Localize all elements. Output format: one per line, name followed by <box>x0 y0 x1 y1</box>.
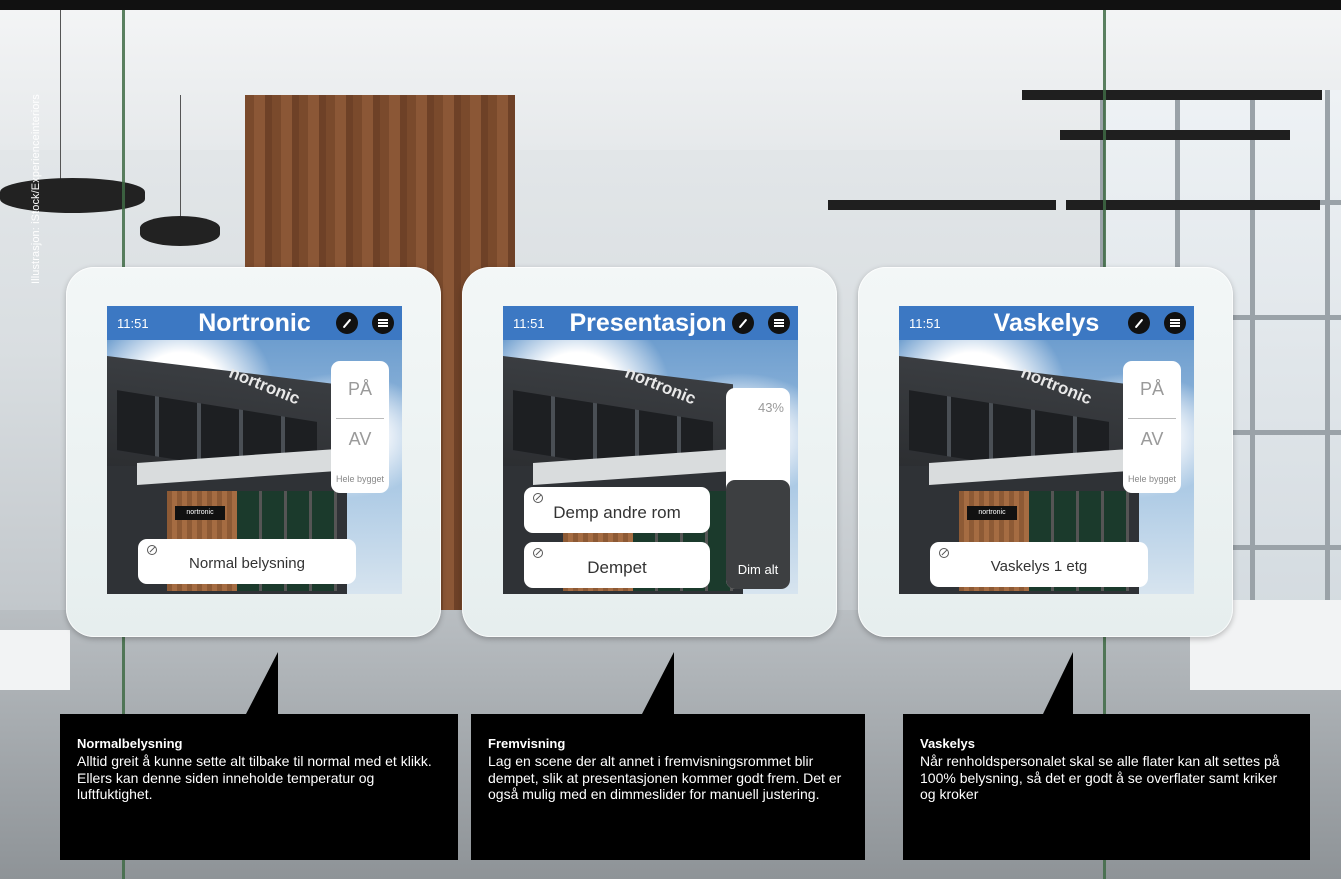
scene-icon <box>939 548 949 558</box>
desk <box>0 630 70 690</box>
divider <box>1128 418 1176 419</box>
menu-icon[interactable] <box>1164 312 1186 334</box>
page-title: Presentasjon <box>569 309 727 337</box>
lamp-wire <box>60 10 61 185</box>
scene-button-dimmed[interactable]: Dempet <box>524 542 710 588</box>
callout-pointer <box>1043 652 1073 714</box>
building-sign: nortronic <box>967 506 1017 520</box>
callout-fremvisning: Fremvisning Lag en scene der alt annet i… <box>471 714 865 860</box>
pencil-icon[interactable] <box>732 312 754 334</box>
zone-label: Hele bygget <box>1127 474 1177 484</box>
scene-icon <box>147 545 157 555</box>
on-button[interactable]: PÅ <box>1123 379 1181 400</box>
menu-icon[interactable] <box>372 312 394 334</box>
clock: 11:51 <box>513 316 545 331</box>
wall-panel-nortronic: nortronic nortronic 11:51 Nortronic PÅ A… <box>66 267 441 637</box>
dim-slider[interactable]: 43% Dim alt <box>726 388 790 589</box>
panel-screen: nortronic nortronic 11:51 Nortronic PÅ A… <box>107 306 402 594</box>
scene-label: Demp andre rom <box>553 503 681 522</box>
onoff-switch: PÅ AV Hele bygget <box>331 361 389 493</box>
pencil-icon[interactable] <box>1128 312 1150 334</box>
scene-button-normal[interactable]: Normal belysning <box>138 539 356 584</box>
linear-lamp <box>1022 90 1322 100</box>
scene-label: Normal belysning <box>189 555 305 572</box>
panel-screen: nortronic 11:51 Presentasjon Demp andre … <box>503 306 798 594</box>
zone-label: Hele bygget <box>335 474 385 484</box>
callout-normalbelysning: Normalbelysning Alltid greit å kunne set… <box>60 714 458 860</box>
callout-body: Når renholdspersonalet skal se alle flat… <box>920 753 1280 802</box>
callout-pointer <box>642 652 674 714</box>
lamp-wire <box>180 95 181 220</box>
scene-label: Dempet <box>587 558 647 577</box>
wall-panel-presentasjon: nortronic 11:51 Presentasjon Demp andre … <box>462 267 837 637</box>
building-sign: nortronic <box>175 506 225 520</box>
pencil-icon[interactable] <box>336 312 358 334</box>
callout-pointer <box>246 652 278 714</box>
top-border <box>0 0 1341 10</box>
scene-icon <box>533 548 543 558</box>
callout-body: Alltid greit å kunne sette alt tilbake t… <box>77 753 432 802</box>
panel-titlebar: 11:51 Presentasjon <box>503 306 798 340</box>
round-lamp <box>140 216 220 246</box>
image-credit: Illustrasjon: iStock/Experienceinteriors <box>30 94 42 284</box>
linear-lamp <box>828 200 1056 210</box>
panel-titlebar: 11:51 Nortronic <box>107 306 402 340</box>
on-button[interactable]: PÅ <box>331 379 389 400</box>
scene-button-dim-other-rooms[interactable]: Demp andre rom <box>524 487 710 533</box>
scene-icon <box>533 493 543 503</box>
linear-lamp <box>1060 130 1290 140</box>
callout-vaskelys: Vaskelys Når renholdspersonalet skal se … <box>903 714 1310 860</box>
callout-title: Normalbelysning <box>77 736 183 751</box>
panel-titlebar: 11:51 Vaskelys <box>899 306 1194 340</box>
callout-title: Fremvisning <box>488 736 566 751</box>
scene-label: Vaskelys 1 etg <box>990 558 1088 575</box>
dim-label: Dim alt <box>737 562 779 577</box>
dim-percent: 43% <box>757 400 784 415</box>
scene-button-vaskelys[interactable]: Vaskelys 1 etg <box>930 542 1148 587</box>
callout-body: Lag en scene der alt annet i fremvisning… <box>488 753 842 802</box>
wall-panel-vaskelys: nortronic nortronic 11:51 Vaskelys PÅ AV… <box>858 267 1233 637</box>
off-button[interactable]: AV <box>331 429 389 450</box>
onoff-switch: PÅ AV Hele bygget <box>1123 361 1181 493</box>
menu-icon[interactable] <box>768 312 790 334</box>
divider <box>336 418 384 419</box>
off-button[interactable]: AV <box>1123 429 1181 450</box>
callout-title: Vaskelys <box>920 736 975 751</box>
panel-screen: nortronic nortronic 11:51 Vaskelys PÅ AV… <box>899 306 1194 594</box>
